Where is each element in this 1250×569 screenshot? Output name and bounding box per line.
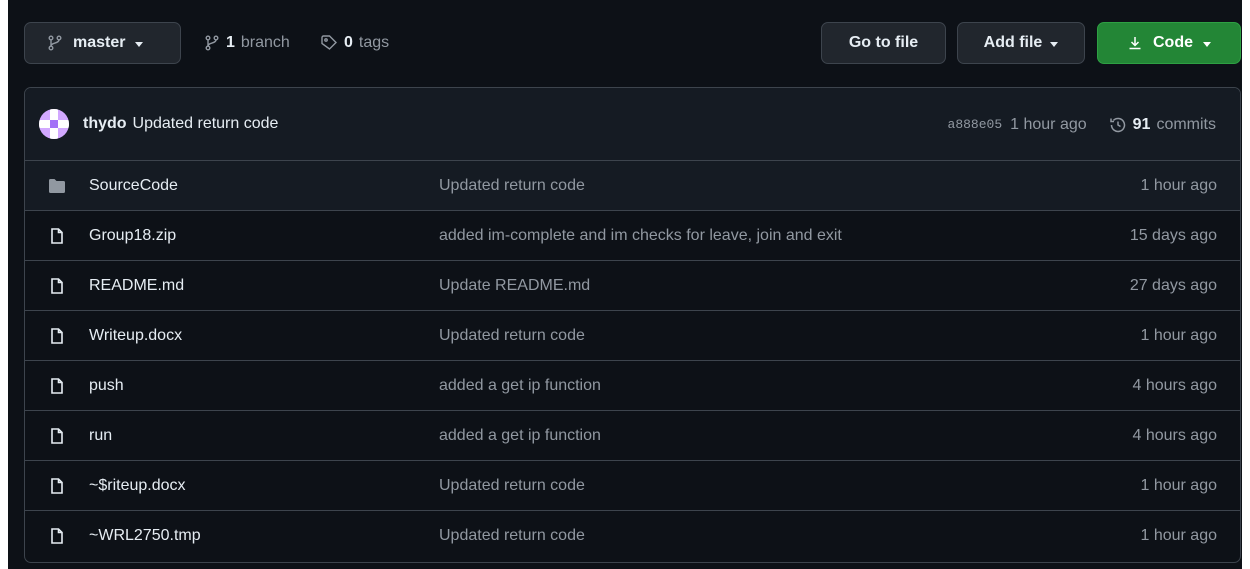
file-icon xyxy=(51,428,63,444)
file-name[interactable]: ~$riteup.docx xyxy=(89,477,186,495)
file-icon xyxy=(51,378,63,394)
commit-author[interactable]: thydo xyxy=(83,115,127,133)
file-commit-message[interactable]: added a get ip function xyxy=(439,427,601,445)
history-icon xyxy=(1109,117,1125,132)
file-age: 1 hour ago xyxy=(1140,326,1217,344)
file-commit-message[interactable]: Updated return code xyxy=(439,177,585,195)
file-name[interactable]: Group18.zip xyxy=(89,227,176,245)
code-button[interactable]: Code xyxy=(1097,22,1241,64)
table-row[interactable]: SourceCode Updated return code 1 hour ag… xyxy=(25,161,1240,211)
tags-count: 0 xyxy=(344,34,353,51)
chevron-down-icon xyxy=(135,41,144,47)
file-commit-message[interactable]: added im-complete and im checks for leav… xyxy=(439,227,842,245)
table-row[interactable]: ~WRL2750.tmp Updated return code 1 hour … xyxy=(25,511,1240,561)
file-commit-message[interactable]: Updated return code xyxy=(439,477,585,495)
file-icon xyxy=(51,478,63,494)
file-icon xyxy=(51,228,63,244)
file-name[interactable]: Writeup.docx xyxy=(89,327,182,345)
commits-label: commits xyxy=(1156,115,1216,133)
git-branch-icon xyxy=(48,35,62,51)
add-file-label: Add file xyxy=(983,34,1043,51)
file-age: 1 hour ago xyxy=(1140,527,1217,544)
latest-commit-bar: thydo Updated return code a888e05 1 hour… xyxy=(25,88,1240,161)
commits-count: 91 xyxy=(1132,115,1151,133)
file-commit-message[interactable]: Updated return code xyxy=(439,527,585,545)
git-branch-icon xyxy=(205,35,219,51)
commit-time: 1 hour ago xyxy=(1010,115,1087,133)
file-age: 4 hours ago xyxy=(1132,426,1217,444)
chevron-down-icon xyxy=(1203,41,1211,47)
file-age: 27 days ago xyxy=(1129,276,1217,294)
download-icon xyxy=(1129,37,1141,50)
branch-select-button[interactable]: master xyxy=(24,22,181,64)
commit-meta: a888e05 1 hour ago 91 commits xyxy=(948,88,1216,161)
file-icon xyxy=(51,328,63,344)
code-label: Code xyxy=(1153,34,1193,51)
commit-sha[interactable]: a888e05 xyxy=(948,117,1003,132)
file-list: thydo Updated return code a888e05 1 hour… xyxy=(24,87,1241,563)
file-name[interactable]: SourceCode xyxy=(89,177,178,195)
file-commit-message[interactable]: Updated return code xyxy=(439,327,585,345)
tag-icon xyxy=(321,35,337,50)
branches-label: branch xyxy=(240,34,290,51)
file-age: 1 hour ago xyxy=(1140,476,1217,494)
table-row[interactable]: ~$riteup.docx Updated return code 1 hour… xyxy=(25,461,1240,511)
file-commit-message[interactable]: Update README.md xyxy=(439,277,590,295)
go-to-file-button[interactable]: Go to file xyxy=(821,22,946,64)
table-row[interactable]: Group18.zip added im-complete and im che… xyxy=(25,211,1240,261)
table-row[interactable]: run added a get ip function 4 hours ago xyxy=(25,411,1240,461)
table-row[interactable]: Writeup.docx Updated return code 1 hour … xyxy=(25,311,1240,361)
file-icon xyxy=(51,528,63,544)
file-commit-message[interactable]: added a get ip function xyxy=(439,377,601,395)
commit-message[interactable]: Updated return code xyxy=(133,115,279,133)
folder-icon xyxy=(49,179,65,193)
file-icon xyxy=(51,278,63,294)
add-file-button[interactable]: Add file xyxy=(957,22,1085,64)
avatar[interactable] xyxy=(39,109,69,139)
file-name[interactable]: ~WRL2750.tmp xyxy=(89,527,201,545)
file-name[interactable]: run xyxy=(89,427,112,445)
repo-toolbar: master 1 branch 0 tags Go to file Add fi… xyxy=(24,22,1241,64)
tags-link[interactable]: 0 tags xyxy=(320,22,389,64)
file-name[interactable]: push xyxy=(89,377,124,395)
tags-label: tags xyxy=(358,34,390,51)
table-row[interactable]: push added a get ip function 4 hours ago xyxy=(25,361,1240,411)
file-name[interactable]: README.md xyxy=(89,277,184,295)
branches-count: 1 xyxy=(226,34,235,51)
file-age: 1 hour ago xyxy=(1140,176,1217,194)
branches-link[interactable]: 1 branch xyxy=(204,22,290,64)
table-row[interactable]: README.md Update README.md 27 days ago xyxy=(25,261,1240,311)
branch-name: master xyxy=(73,34,126,51)
file-age: 15 days ago xyxy=(1129,226,1217,244)
chevron-down-icon xyxy=(1050,41,1059,47)
window-frame-right xyxy=(1242,0,1250,569)
commits-history-link[interactable]: 91 commits xyxy=(1109,116,1216,134)
file-age: 4 hours ago xyxy=(1132,376,1217,394)
window-frame-left xyxy=(0,0,8,569)
